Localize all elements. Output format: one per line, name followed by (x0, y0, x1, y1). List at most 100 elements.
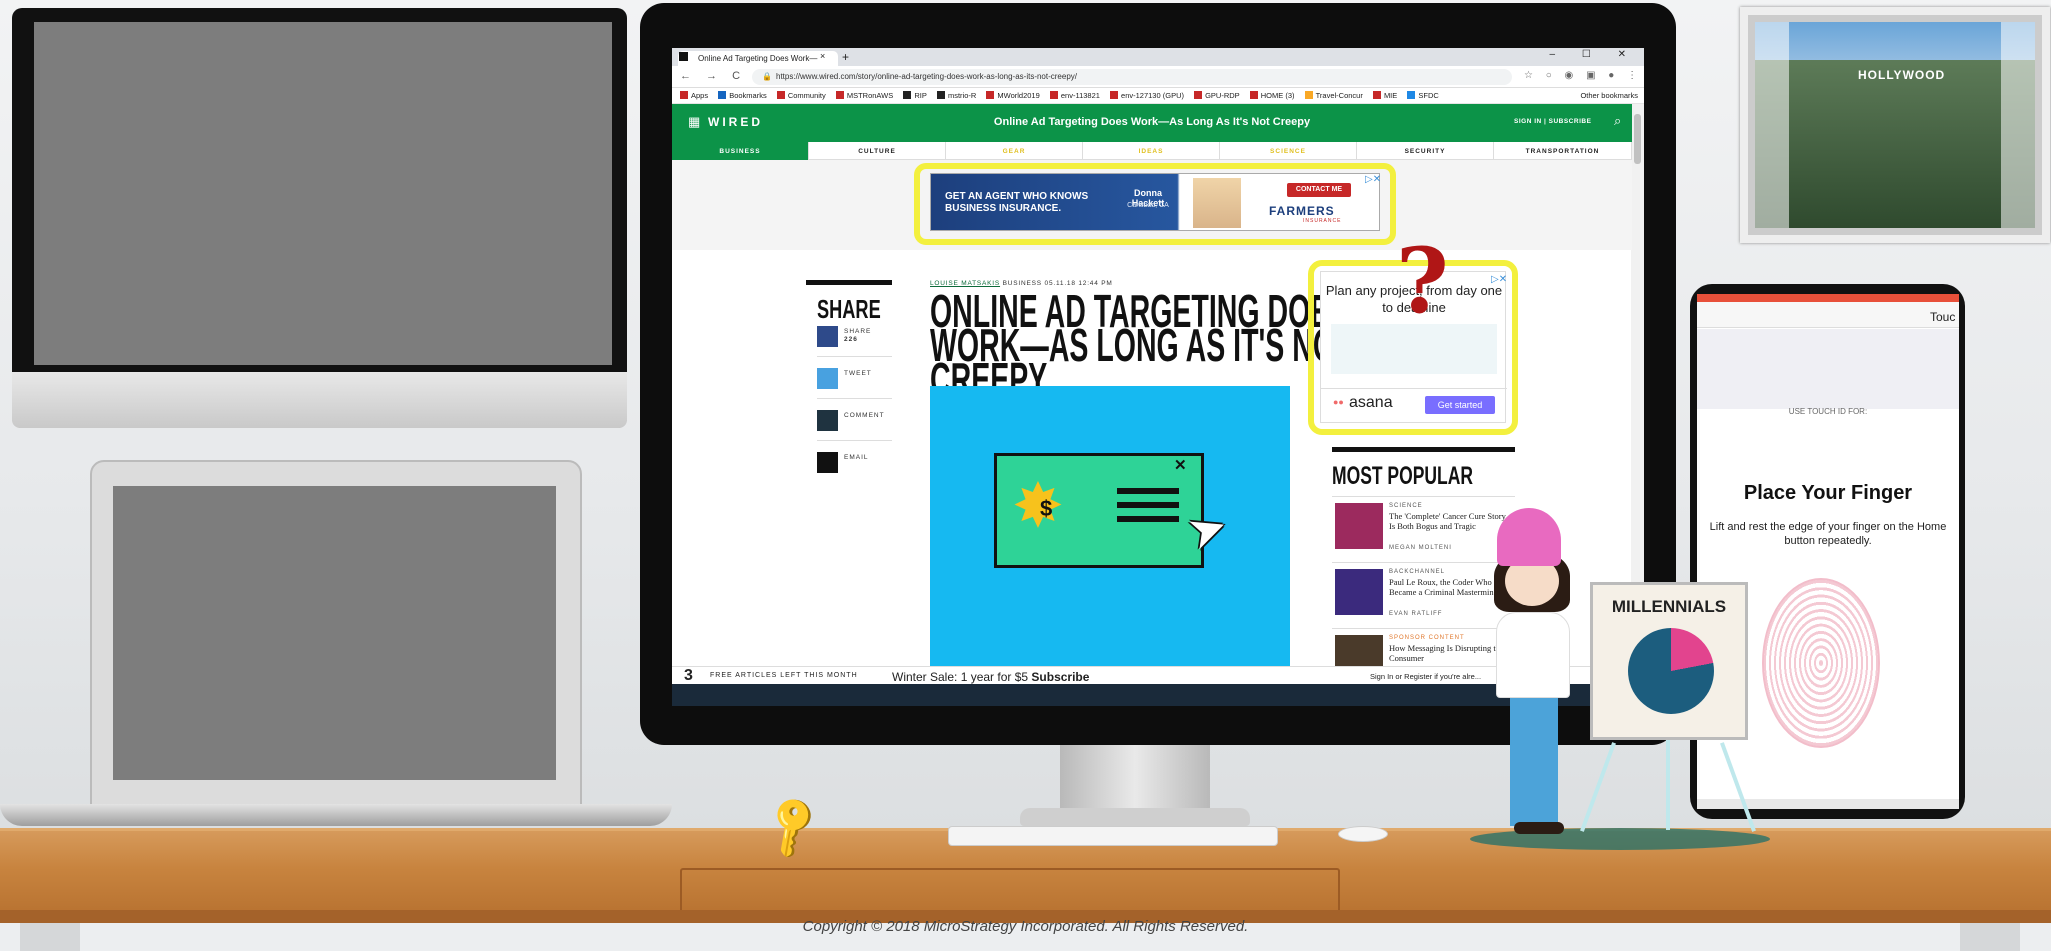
popular-category: SPONSOR CONTENT (1389, 635, 1465, 641)
divider (817, 440, 892, 441)
tweet-label: TWEET (844, 370, 872, 377)
wired-page: ▦ WIRED Online Ad Targeting Does Work—As… (672, 104, 1644, 706)
text-line (1117, 502, 1179, 508)
nav-culture[interactable]: CULTURE (809, 142, 946, 160)
bookmark-item[interactable]: mstrio-R (936, 88, 976, 100)
imac-chin (12, 372, 627, 428)
nav-science[interactable]: SCIENCE (1220, 142, 1357, 160)
popular-author: EVAN RATLIFF (1389, 611, 1443, 617)
window-shutters (1755, 22, 2035, 228)
place-finger-instruction: Lift and rest the edge of your finger on… (1709, 521, 1947, 547)
bookmark-item[interactable]: Bookmarks (718, 88, 767, 100)
bookmark-item[interactable]: MIE (1372, 88, 1397, 100)
bookmark-item[interactable]: env-127130 (GPU) (1110, 88, 1184, 100)
popular-author: MEGAN MOLTENI (1389, 545, 1452, 551)
articles-left-count: 3 (684, 667, 693, 684)
text-line (1117, 488, 1179, 494)
touch-id-title: Touc (1930, 310, 1956, 324)
page-title: Online Ad Targeting Does Work—As Long As… (993, 116, 1311, 128)
scrollbar[interactable] (1631, 104, 1644, 658)
wired-favicon-icon (679, 52, 688, 61)
pie-chart-icon (1628, 628, 1714, 714)
question-mark-icon: ? (1396, 228, 1449, 334)
touch-id-nav (1697, 302, 1959, 328)
girl-jeans (1510, 696, 1558, 826)
popular-thumb (1335, 503, 1383, 549)
bookmark-item[interactable]: RIP (903, 88, 927, 100)
url-bar[interactable]: https://www.wired.com/story/online-ad-ta… (752, 69, 1512, 85)
status-bar (1697, 294, 1959, 302)
bookmark-item[interactable]: GPU-RDP (1194, 88, 1240, 100)
fingerprint-icon (1762, 578, 1880, 748)
nav-security[interactable]: SECURITY (1357, 142, 1494, 160)
bookmark-item[interactable]: Community (776, 88, 826, 100)
section-nav: BUSINESS CULTURE GEAR IDEAS SCIENCE SECU… (672, 142, 1632, 160)
macbook-base (0, 804, 672, 826)
bookmark-item[interactable]: Apps (680, 88, 708, 100)
sign-in-link[interactable]: SIGN IN | SUBSCRIBE (1514, 118, 1591, 125)
bookmark-item[interactable]: env-113821 (1049, 88, 1100, 100)
divider (817, 356, 892, 357)
lock-icon: 🔒 (762, 72, 772, 81)
girl-shirt (1496, 612, 1570, 698)
comment-label: COMMENT (844, 412, 885, 419)
scrollbar-thumb[interactable] (1634, 114, 1641, 164)
popular-item[interactable]: BACKCHANNEL Paul Le Roux, the Coder Who … (1332, 562, 1515, 628)
nav-ideas[interactable]: IDEAS (1083, 142, 1220, 160)
bookmark-item[interactable]: Travel-Concur (1304, 88, 1363, 100)
nav-transportation[interactable]: TRANSPORTATION (1494, 142, 1632, 160)
email-icon[interactable] (817, 452, 838, 473)
imac-screen (34, 22, 612, 365)
board-label: MILLENNIALS (1611, 597, 1727, 616)
dollar-icon: $ (1040, 496, 1053, 521)
popular-thumb (1335, 569, 1383, 615)
articles-left-label: FREE ARTICLES LEFT THIS MONTH (710, 672, 858, 679)
search-icon[interactable]: ⌕ (1614, 113, 1621, 129)
most-popular-heading: MOST POPULAR (1332, 462, 1473, 490)
settings-group (1697, 329, 1959, 409)
sale-text: Winter Sale: 1 year for $5 Subscribe (892, 670, 1090, 684)
sign-in-register-link[interactable]: Sign In or Register if you're alre... (1370, 672, 1481, 681)
popular-title: How Messaging Is Disrupting the Consumer (1389, 643, 1504, 663)
bookmark-item[interactable]: MWorld2019 (986, 88, 1040, 100)
browser-tab[interactable]: Online Ad Targeting Does Work— (678, 51, 838, 66)
tab-title: Online Ad Targeting Does Work— (698, 54, 818, 63)
bookmark-item[interactable]: HOME (3) (1249, 88, 1295, 100)
popular-title: The 'Complete' Cancer Cure Story Is Both… (1389, 511, 1506, 531)
close-icon: ✕ (1174, 457, 1187, 474)
popular-category: BACKCHANNEL (1389, 569, 1446, 575)
facebook-icon[interactable] (817, 326, 838, 347)
extension-icons[interactable]: ☆ ○ ◉ ▣ ● ⋮ (1524, 70, 1642, 81)
popular-category: SCIENCE (1389, 503, 1423, 509)
nav-business[interactable]: BUSINESS (672, 142, 809, 160)
new-tab-button[interactable]: + (842, 50, 849, 64)
share-heading: SHARE (817, 294, 881, 324)
divider (817, 398, 892, 399)
window-controls[interactable]: – ☐ ✕ (1550, 49, 1638, 60)
share-label: SHARE 226 (844, 328, 872, 343)
monitor-foot (1020, 808, 1250, 826)
bookmark-item[interactable]: MSTRonAWS (835, 88, 893, 100)
place-finger-title: Place Your Finger (1743, 482, 1913, 504)
other-bookmarks[interactable]: Other bookmarks (1580, 91, 1638, 100)
tab-close-icon[interactable]: × (820, 51, 825, 61)
macbook-screen (113, 486, 556, 780)
bookmarks-bar: Apps Bookmarks Community MSTRonAWS RIP m… (672, 88, 1644, 104)
nav-gear[interactable]: GEAR (946, 142, 1083, 160)
subscribe-link[interactable]: Subscribe (1031, 670, 1089, 684)
easel-leg (1666, 740, 1670, 830)
bookmark-item[interactable]: SFDC (1407, 88, 1439, 100)
email-label: EMAIL (844, 454, 869, 461)
twitter-icon[interactable] (817, 368, 838, 389)
share-rule (806, 280, 892, 285)
girl-pink-hat (1497, 508, 1561, 566)
tablet-bottom (1697, 799, 1959, 809)
mouse (1338, 826, 1388, 842)
text-line (1117, 516, 1179, 522)
girl-shoes (1514, 822, 1564, 834)
copyright-notice: Copyright © 2018 MicroStrategy Incorpora… (802, 918, 1249, 935)
highlight-box (914, 163, 1396, 245)
popular-item[interactable]: SCIENCE The 'Complete' Cancer Cure Story… (1332, 496, 1515, 562)
star-burst-icon: ✸ (1012, 472, 1064, 541)
comment-icon[interactable] (817, 410, 838, 431)
